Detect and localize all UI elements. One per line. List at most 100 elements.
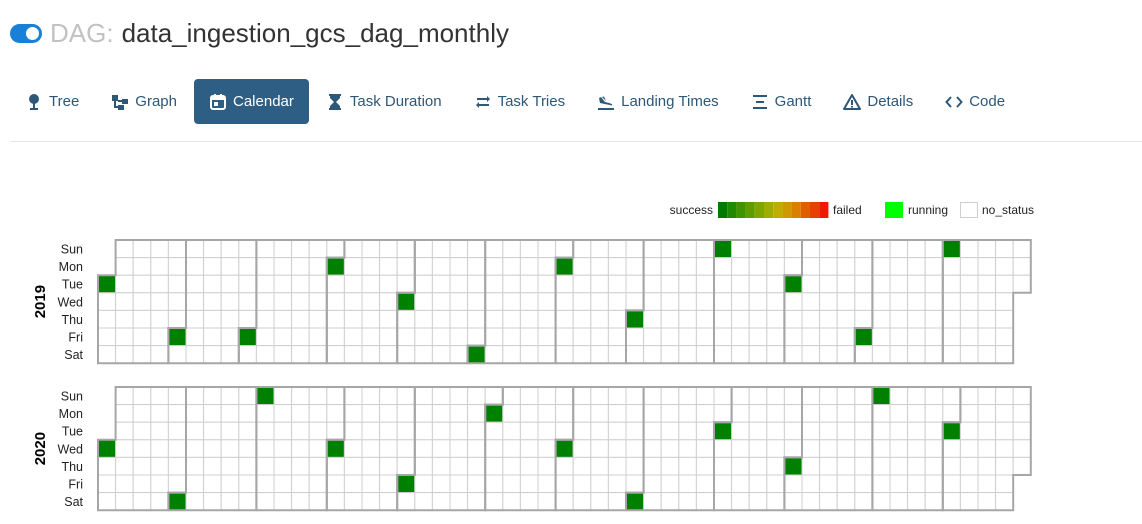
calendar-day-cell [308,327,328,347]
calendar-day-cell [343,492,363,511]
calendar-day-cell [907,474,926,494]
calendar-day-cell [995,439,1014,458]
calendar-day-cell [889,257,909,276]
calendar-day-cell [132,474,152,494]
calendar-day-cell [467,274,486,294]
calendar-day-cell [748,345,768,364]
calendar-day-cell [273,404,293,423]
calendar-day-cell [449,345,469,364]
calendar-day-cell [713,439,733,458]
calendar-day-cell [731,257,750,276]
calendar-day-cell [889,386,909,406]
calendar-day-cell [643,239,662,259]
calendar-day-cell [115,474,134,494]
calendar-day-cell [537,492,557,511]
calendar-day-cell [150,404,169,423]
calendar-day-cell [132,239,152,259]
calendar-day-cell [238,386,257,406]
calendar-day-cell [801,386,821,406]
calendar-day-cell [308,239,328,259]
calendar-day-cell [959,492,979,511]
calendar-day-cell [467,257,486,276]
calendar-day-cell [555,274,574,294]
calendar-day-cell [291,404,310,423]
calendar-day-cell [361,456,381,476]
calendar-day-cell [396,257,416,276]
calendar-day-cell [185,327,205,347]
calendar-day-cell [819,456,838,476]
calendar-day-cell [731,309,750,329]
weekday-label: Sun [61,390,83,404]
calendar-day-cell [836,274,856,294]
calendar-day-cell [132,327,152,347]
calendar-day-cell [519,492,539,511]
calendar-day-cell [255,404,275,423]
calendar-day-cell [959,345,979,364]
calendar-day-cell [115,309,134,329]
calendar-day-cell [607,309,627,329]
calendar-day-cell [115,492,134,511]
calendar-day-cell [467,492,486,511]
calendar-day-cell [238,492,257,511]
calendar-day-cell [748,309,768,329]
calendar-day-cell [467,404,486,423]
calendar-day-cell [924,439,944,458]
calendar-day-cell [959,439,979,458]
calendar-day-cell [766,421,785,441]
calendar-day-cell [238,257,257,276]
calendar-day-cell [537,404,557,423]
calendar-day-cell [871,421,891,441]
legend-running-swatch [885,202,903,218]
calendar-day-cell [185,404,205,423]
calendar-day-cell [924,257,944,276]
calendar-day-cell [590,439,609,458]
calendar-day-cell [203,386,222,406]
calendar-day-cell [396,345,416,364]
calendar-day-cell [959,456,979,476]
calendar-day-cell [431,274,451,294]
calendar-day-cell [273,474,293,494]
calendar-day-cell [343,309,363,329]
calendar-day-cell [819,274,838,294]
calendar-day-cell [1012,439,1032,458]
calendar-day-cell [132,274,152,294]
weekday-label: Wed [58,442,84,456]
calendar-day-cell [854,239,873,259]
calendar-day-cell [396,292,416,311]
calendar-day-cell [326,456,345,476]
calendar-day-cell [766,404,785,423]
calendar-day-cell [343,274,363,294]
calendar-day-cell [185,274,205,294]
calendar-day-cell [555,492,574,511]
calendar-day-cell [361,292,381,311]
calendar-day-cell [185,345,205,364]
calendar-day-cell [819,474,838,494]
calendar-day-cell [607,274,627,294]
calendar-day-cell [291,309,310,329]
calendar-day-cell [836,492,856,511]
calendar-day-cell [150,327,169,347]
calendar-day-cell [396,327,416,347]
calendar-day-cell [625,292,645,311]
calendar-day-cell [502,309,521,329]
calendar-day-cell [660,345,680,364]
calendar-day-cell [889,239,909,259]
calendar-day-cell [132,421,152,441]
calendar-day-cell [607,327,627,347]
calendar-day-cell [115,421,134,441]
calendar-day-cell [643,327,662,347]
calendar-day-cell [977,404,997,423]
calendar-day-cell [607,386,627,406]
calendar-day-cell [467,474,486,494]
legend-gradient-swatch [745,202,755,218]
calendar-day-cell [537,474,557,494]
calendar-day-cell [643,439,662,458]
calendar-day-cell [431,439,451,458]
calendar-day-cell [115,274,134,294]
calendar-day-cell [449,274,469,294]
calendar-day-cell [889,327,909,347]
calendar-day-cell [766,257,785,276]
calendar-day-cell [273,327,293,347]
calendar-day-cell [836,421,856,441]
calendar-day-cell [660,257,680,276]
